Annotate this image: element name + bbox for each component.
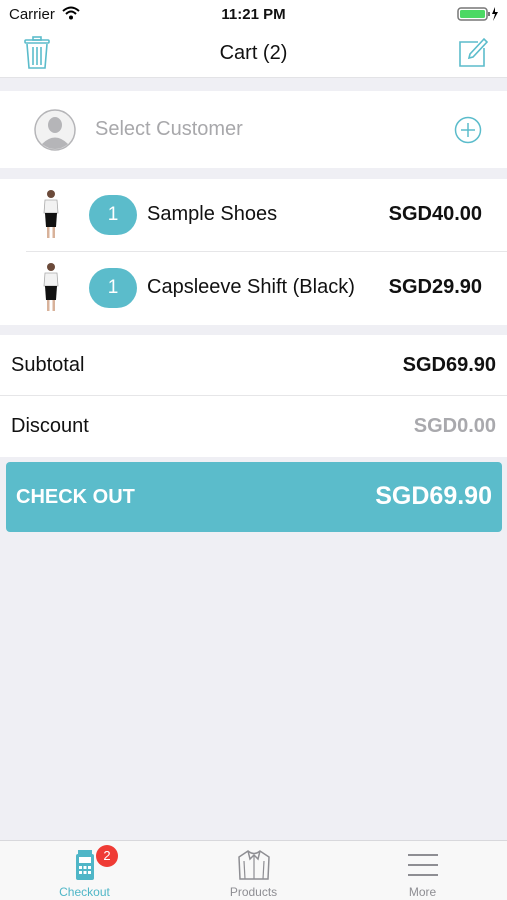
status-time: 11:21 PM: [221, 6, 286, 23]
quantity-badge: 1: [89, 268, 137, 308]
tab-label: Products: [229, 885, 278, 899]
totals-section: Subtotal SGD69.90 Discount SGD0.00: [0, 335, 507, 457]
page-title: Cart (2): [219, 42, 288, 64]
product-thumbnail: [43, 263, 59, 311]
edit-icon[interactable]: [458, 36, 488, 68]
navigation-bar: Cart (2): [0, 28, 507, 78]
select-customer-row[interactable]: Select Customer: [0, 91, 507, 168]
discount-row[interactable]: Discount SGD0.00: [0, 396, 507, 457]
terminal-icon: [75, 850, 94, 880]
checkout-label: CHECK OUT: [16, 486, 135, 508]
battery-icon: [457, 7, 498, 21]
discount-value: SGD0.00: [413, 415, 496, 437]
tab-more[interactable]: More: [338, 841, 507, 900]
tab-checkout[interactable]: 2 Checkout: [0, 841, 169, 900]
subtotal-label: Subtotal: [11, 354, 85, 376]
cart-items-list: 1 Sample Shoes SGD40.00 1 Capsleeve Shif…: [0, 179, 507, 325]
tab-bar: 2 Checkout Products More: [0, 840, 507, 900]
checkout-button[interactable]: CHECK OUT SGD69.90: [6, 462, 502, 532]
subtotal-row: Subtotal SGD69.90: [0, 335, 507, 396]
product-price: SGD40.00: [388, 203, 482, 225]
product-thumbnail: [43, 190, 59, 238]
tab-products[interactable]: Products: [169, 841, 338, 900]
product-name: Capsleeve Shift (Black): [147, 276, 355, 298]
shirt-icon: [237, 850, 270, 880]
tab-label: Checkout: [59, 885, 110, 899]
add-customer-icon[interactable]: [454, 116, 482, 144]
select-customer-label: Select Customer: [95, 118, 243, 140]
tab-label: More: [408, 885, 437, 899]
cart-count-badge: 2: [96, 845, 118, 867]
status-bar: Carrier 11:21 PM: [0, 0, 507, 28]
product-price: SGD29.90: [388, 276, 482, 298]
checkout-total: SGD69.90: [375, 482, 492, 510]
avatar-placeholder-icon: [34, 109, 76, 151]
cart-item[interactable]: 1 Sample Shoes SGD40.00: [0, 179, 507, 252]
menu-icon: [407, 854, 438, 876]
product-name: Sample Shoes: [147, 203, 278, 225]
discount-label: Discount: [11, 415, 89, 437]
cart-item[interactable]: 1 Capsleeve Shift (Black) SGD29.90: [0, 252, 507, 325]
subtotal-value: SGD69.90: [402, 354, 496, 376]
quantity-badge: 1: [89, 195, 137, 235]
